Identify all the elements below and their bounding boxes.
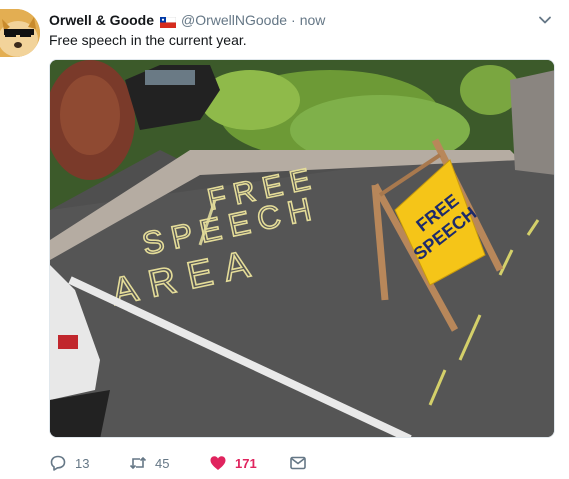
retweet-button[interactable]: 45 <box>129 454 209 472</box>
tweet-header: Orwell & Goode @OrwellNGoode · now <box>49 10 325 30</box>
direct-message-button[interactable] <box>289 454 307 472</box>
heart-icon <box>209 454 227 472</box>
reply-icon <box>49 454 67 472</box>
like-count: 171 <box>235 455 257 471</box>
like-button[interactable]: 171 <box>209 454 289 472</box>
timestamp[interactable]: now <box>300 12 326 28</box>
reply-button[interactable]: 13 <box>49 454 129 472</box>
header-separator: · <box>291 12 296 28</box>
tweet-actions: 13 45 171 <box>49 452 307 474</box>
display-name[interactable]: Orwell & Goode <box>49 12 154 28</box>
retweet-icon <box>129 454 147 472</box>
tweet-photo[interactable]: FREE SPEECH AREA FREE SPEECH <box>49 59 555 438</box>
tweet: Orwell & Goode @OrwellNGoode · now Free … <box>0 0 569 479</box>
doge-avatar-icon <box>0 9 40 57</box>
reply-count: 13 <box>75 455 90 471</box>
avatar[interactable] <box>0 9 40 57</box>
user-handle[interactable]: @OrwellNGoode <box>181 12 287 28</box>
retweet-count: 45 <box>155 455 170 471</box>
envelope-icon <box>289 454 307 472</box>
tweet-text: Free speech in the current year. <box>49 32 247 48</box>
chevron-down-icon[interactable] <box>537 12 553 28</box>
chile-flag-icon <box>159 15 177 28</box>
